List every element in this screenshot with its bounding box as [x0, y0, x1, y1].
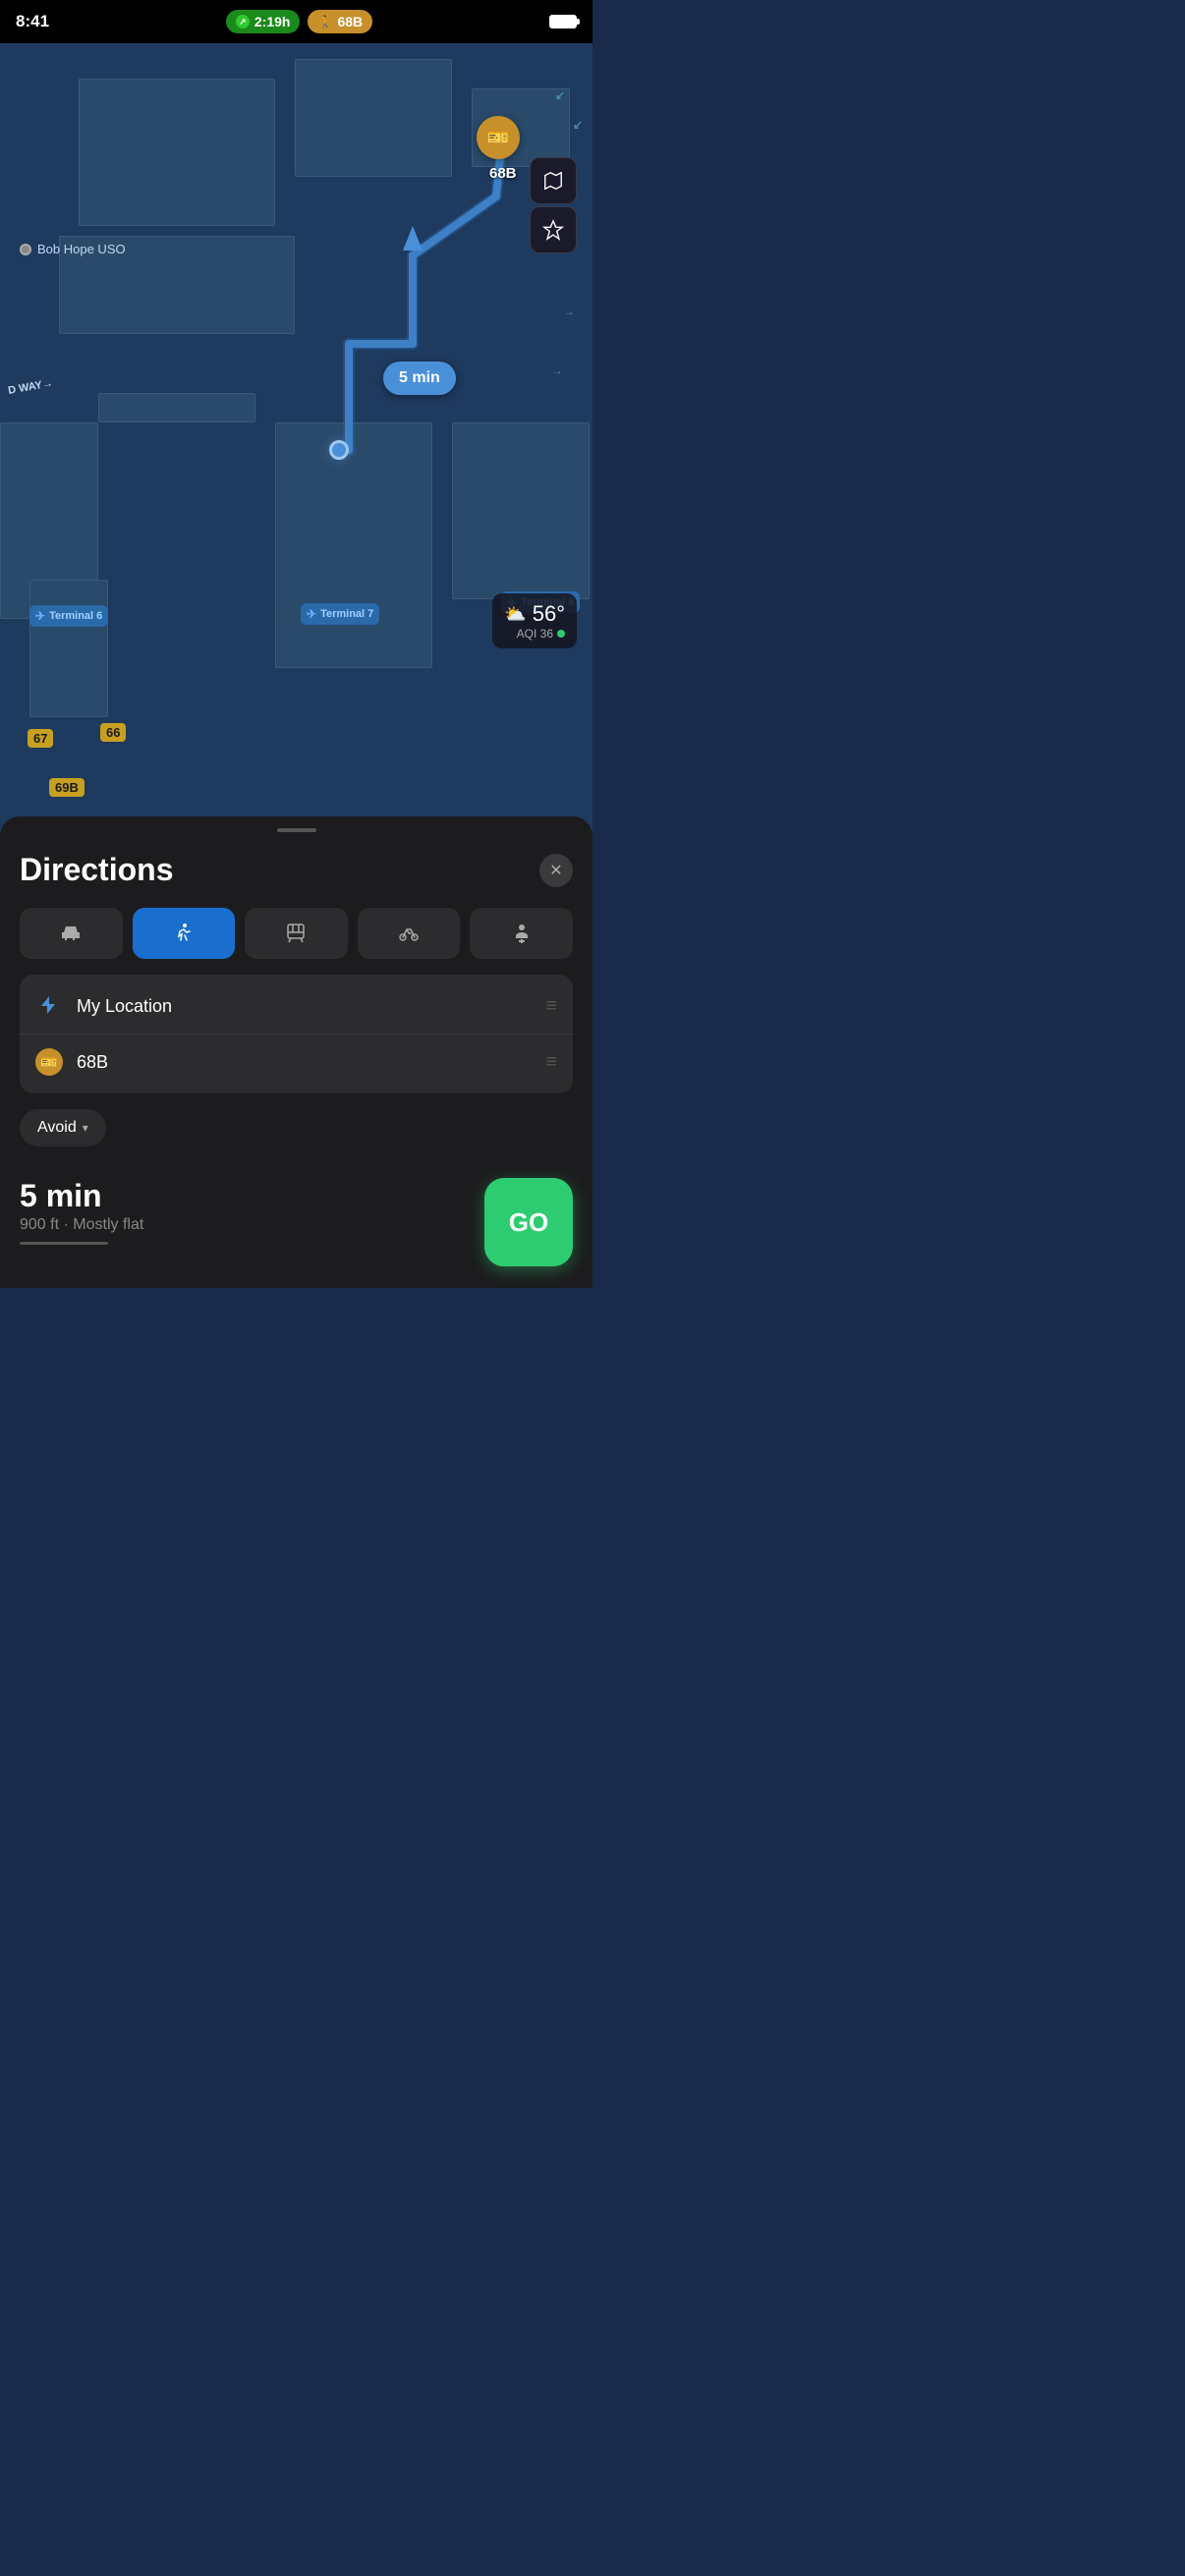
weather-temperature: 56° — [533, 601, 565, 627]
nav-arrow-icon: ↗ — [236, 15, 250, 28]
duration-distance: 900 ft — [20, 1216, 59, 1233]
go-label: GO — [509, 1207, 548, 1238]
map-view-button[interactable] — [530, 157, 577, 204]
duration-section: 5 min 900 ft · Mostly flat GO — [20, 1178, 573, 1266]
location-button[interactable] — [530, 206, 577, 253]
destination-label: 68B — [489, 165, 517, 182]
status-time: 8:41 — [16, 12, 49, 31]
terminal-7-label: Terminal 7 — [320, 608, 373, 620]
ticket-icon: 🎫 — [487, 128, 509, 148]
destination-drag-handle[interactable]: ≡ — [545, 1051, 557, 1074]
destination-ticket-icon: 🎫 — [40, 1054, 57, 1071]
origin-row[interactable]: My Location ≡ — [20, 979, 573, 1035]
close-icon: ✕ — [549, 861, 562, 880]
car-icon — [59, 922, 83, 945]
chevron-down-icon: ▾ — [83, 1121, 88, 1135]
status-center: ↗ 2:19h 🚶 68B — [226, 10, 372, 33]
duration-separator: · — [63, 1216, 73, 1233]
mode-bike-button[interactable] — [358, 908, 461, 959]
map-building-2 — [295, 59, 452, 177]
uso-dot-icon — [20, 244, 31, 255]
avoid-button[interactable]: Avoid ▾ — [20, 1109, 106, 1147]
origin-icon — [35, 992, 63, 1020]
mode-rideshare-button[interactable] — [470, 908, 573, 959]
destination-row[interactable]: 🎫 68B ≡ — [20, 1035, 573, 1090]
bus-icon: 🚶 — [317, 15, 332, 28]
road-arrow-3: ↙ — [573, 118, 583, 132]
mode-car-button[interactable] — [20, 908, 123, 959]
terminal-6-icon: ✈ — [35, 609, 45, 623]
status-right — [549, 15, 577, 28]
bike-icon — [397, 922, 421, 945]
map-terminal-7-building — [275, 422, 432, 668]
go-button[interactable]: GO — [484, 1178, 573, 1266]
map-roadway — [98, 393, 255, 422]
mode-walk-button[interactable] — [133, 908, 236, 959]
weather-icon: ⛅ — [504, 604, 526, 625]
close-button[interactable]: ✕ — [539, 854, 573, 887]
map-terminal-6-building — [29, 580, 108, 717]
location-icon — [542, 219, 564, 241]
origin-label: My Location — [77, 996, 532, 1017]
uso-label: Bob Hope USO — [20, 242, 126, 256]
duration-terrain: Mostly flat — [73, 1216, 143, 1233]
nav-duration-label: 2:19h — [254, 14, 291, 29]
status-bar: 8:41 ↗ 2:19h 🚶 68B — [0, 0, 592, 43]
location-arrow-icon — [37, 994, 61, 1018]
battery-icon — [549, 15, 577, 28]
route-69b-badge: 69B — [49, 778, 85, 797]
sheet-handle — [277, 828, 316, 832]
duration-info: 5 min 900 ft · Mostly flat — [20, 1178, 484, 1245]
directions-title: Directions — [20, 852, 173, 888]
terminal-7-marker: ✈ Terminal 7 — [301, 603, 379, 625]
bus-route-badge: 🚶 68B — [308, 10, 372, 33]
map-controls — [530, 157, 577, 253]
terminal-7-icon: ✈ — [307, 607, 316, 621]
road-arrow-4: → — [563, 305, 575, 318]
current-location-dot — [329, 440, 349, 460]
rideshare-icon — [510, 922, 534, 945]
destination-icon: 🎫 — [35, 1048, 63, 1076]
origin-drag-handle[interactable]: ≡ — [545, 995, 557, 1018]
transit-icon — [284, 922, 308, 945]
route-67-badge: 67 — [28, 729, 53, 748]
transport-modes — [20, 908, 573, 959]
aqi-label: AQI 36 — [517, 627, 553, 641]
map-terminal-8-building — [452, 422, 590, 599]
map-area[interactable]: Bob Hope USO D WAY→ → ↙ ↙ → 🎫 68B 5 min … — [0, 0, 592, 845]
bottom-sheet: Directions ✕ — [0, 816, 592, 1288]
sheet-header: Directions ✕ — [20, 852, 573, 888]
map-icon — [542, 170, 564, 192]
walk-icon — [172, 922, 196, 945]
terminal-6-label: Terminal 6 — [49, 610, 102, 622]
road-arrow-1: → — [551, 364, 563, 377]
bus-route-label: 68B — [337, 14, 363, 29]
avoid-label: Avoid — [37, 1119, 77, 1137]
destination-marker: 🎫 — [477, 116, 520, 159]
route-time-bubble: 5 min — [383, 362, 456, 395]
weather-widget: ⛅ 56° AQI 36 — [492, 593, 577, 648]
uso-text: Bob Hope USO — [37, 242, 126, 256]
weather-row: ⛅ 56° — [504, 601, 565, 627]
destination-label: 68B — [77, 1052, 532, 1073]
route-66-badge: 66 — [100, 723, 126, 742]
road-arrow-2: ↙ — [555, 88, 565, 102]
mode-transit-button[interactable] — [245, 908, 348, 959]
aqi-dot-icon — [557, 630, 565, 638]
duration-details: 900 ft · Mostly flat — [20, 1216, 484, 1234]
terminal-6-marker: ✈ Terminal 6 — [29, 605, 108, 627]
dway-label: D WAY→ — [7, 377, 53, 397]
route-inputs: My Location ≡ 🎫 68B ≡ — [20, 975, 573, 1093]
progress-line — [20, 1242, 108, 1245]
nav-duration-badge: ↗ 2:19h — [226, 10, 301, 33]
map-building-1 — [79, 79, 275, 226]
weather-aqi: AQI 36 — [504, 627, 565, 641]
duration-time: 5 min — [20, 1178, 484, 1214]
